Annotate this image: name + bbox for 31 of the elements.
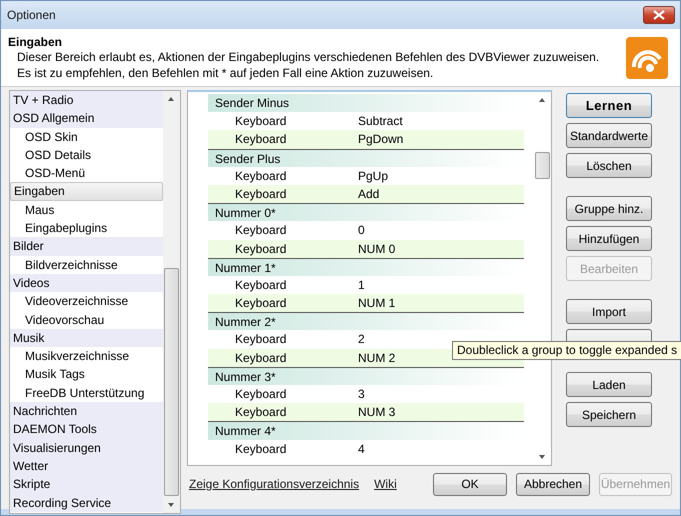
- table-cell-text: Keyboard: [234, 222, 288, 240]
- table-cell-text: Subtract: [358, 113, 403, 130]
- table-cell-text: NUM 3: [358, 404, 396, 422]
- table-cell-text: NUM 0: [358, 240, 396, 258]
- tooltip: Doubleclick a group to toggle expanded s: [452, 341, 681, 360]
- table-cell-text: Keyboard: [234, 276, 288, 294]
- window-title: Optionen: [7, 8, 56, 22]
- description-text: Dieser Bereich erlaubt es, Aktionen der Eingabeplugins verschiedenen Befehlen des DVBViewer zuzuweisen.: [16, 48, 600, 64]
- table-cell-text: Keyboard: [234, 331, 288, 348]
- table-cell-text: PgUp: [358, 168, 388, 185]
- table-cell-text: Keyboard: [234, 168, 288, 185]
- table-cell-text: Keyboard: [234, 186, 288, 203]
- table-cell-text: Keyboard: [234, 131, 288, 148]
- table-cell-text: NUM 2: [358, 350, 396, 367]
- table-cell-text: 1: [358, 276, 365, 294]
- table-cell-text: 0: [358, 222, 365, 240]
- section-title: Eingaben: [8, 34, 64, 48]
- table-cell-text: Keyboard: [234, 113, 288, 130]
- table-cell-text: Add: [358, 186, 380, 203]
- table-cell-text: Keyboard: [234, 386, 288, 403]
- table-cell-text: PgDown: [358, 131, 404, 148]
- description-text: Es ist zu empfehlen, den Befehlen mit * auf jeden Fall eine Aktion zuzuweisen.: [16, 64, 434, 80]
- table-cell-text: NUM 1: [358, 295, 396, 312]
- table-cell-text: Keyboard: [234, 404, 288, 422]
- table-cell-text: Keyboard: [234, 440, 288, 458]
- table-cell-text: Keyboard: [234, 240, 288, 258]
- table-cell-text: Keyboard: [234, 295, 288, 312]
- table-cell-text: Keyboard: [234, 350, 288, 367]
- table-cell-text: 2: [358, 331, 365, 348]
- table-cell-text: 4: [358, 440, 365, 458]
- table-cell-text: 3: [358, 386, 365, 403]
